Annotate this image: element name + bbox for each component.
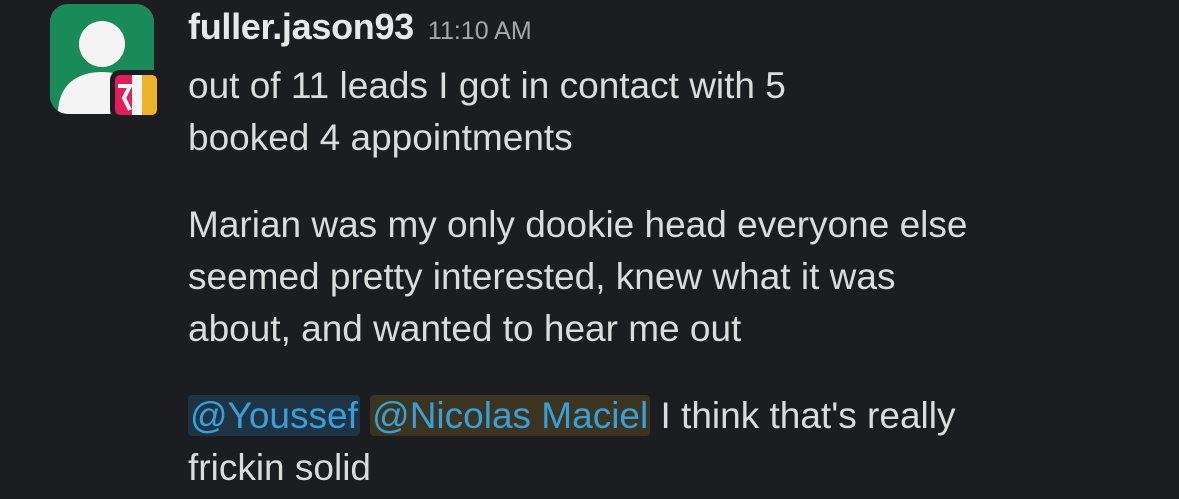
message-body: out of 11 leads I got in contact with 5 … [188,60,1148,494]
mention-nicolas-maciel[interactable]: @Nicolas Maciel [370,395,651,436]
text-line-with-mentions: @Youssef @Nicolas Maciel I think that's … [188,390,1148,442]
message: fuller.jason93 11:10 AM out of 11 leads … [0,0,1179,499]
text-line: seemed pretty interested, knew what it w… [188,256,896,297]
text-line: Marian was my only dookie head everyone … [188,204,968,245]
text-line: frickin solid [188,447,371,488]
mention-youssef[interactable]: @Youssef [188,395,360,436]
app-badge-icon [110,70,162,120]
timestamp[interactable]: 11:10 AM [428,17,532,46]
paragraph-3: @Youssef @Nicolas Maciel I think that's … [188,390,1148,494]
text-line: out of 11 leads I got in contact with 5 [188,65,786,106]
text-segment: I think that's really [650,395,956,436]
paragraph-1: out of 11 leads I got in contact with 5 … [188,60,1148,164]
username[interactable]: fuller.jason93 [188,6,414,48]
message-header: fuller.jason93 11:10 AM [188,6,532,58]
paragraph-2: Marian was my only dookie head everyone … [188,199,1148,355]
text-line: booked 4 appointments [188,117,573,158]
text-line: about, and wanted to hear me out [188,308,742,349]
